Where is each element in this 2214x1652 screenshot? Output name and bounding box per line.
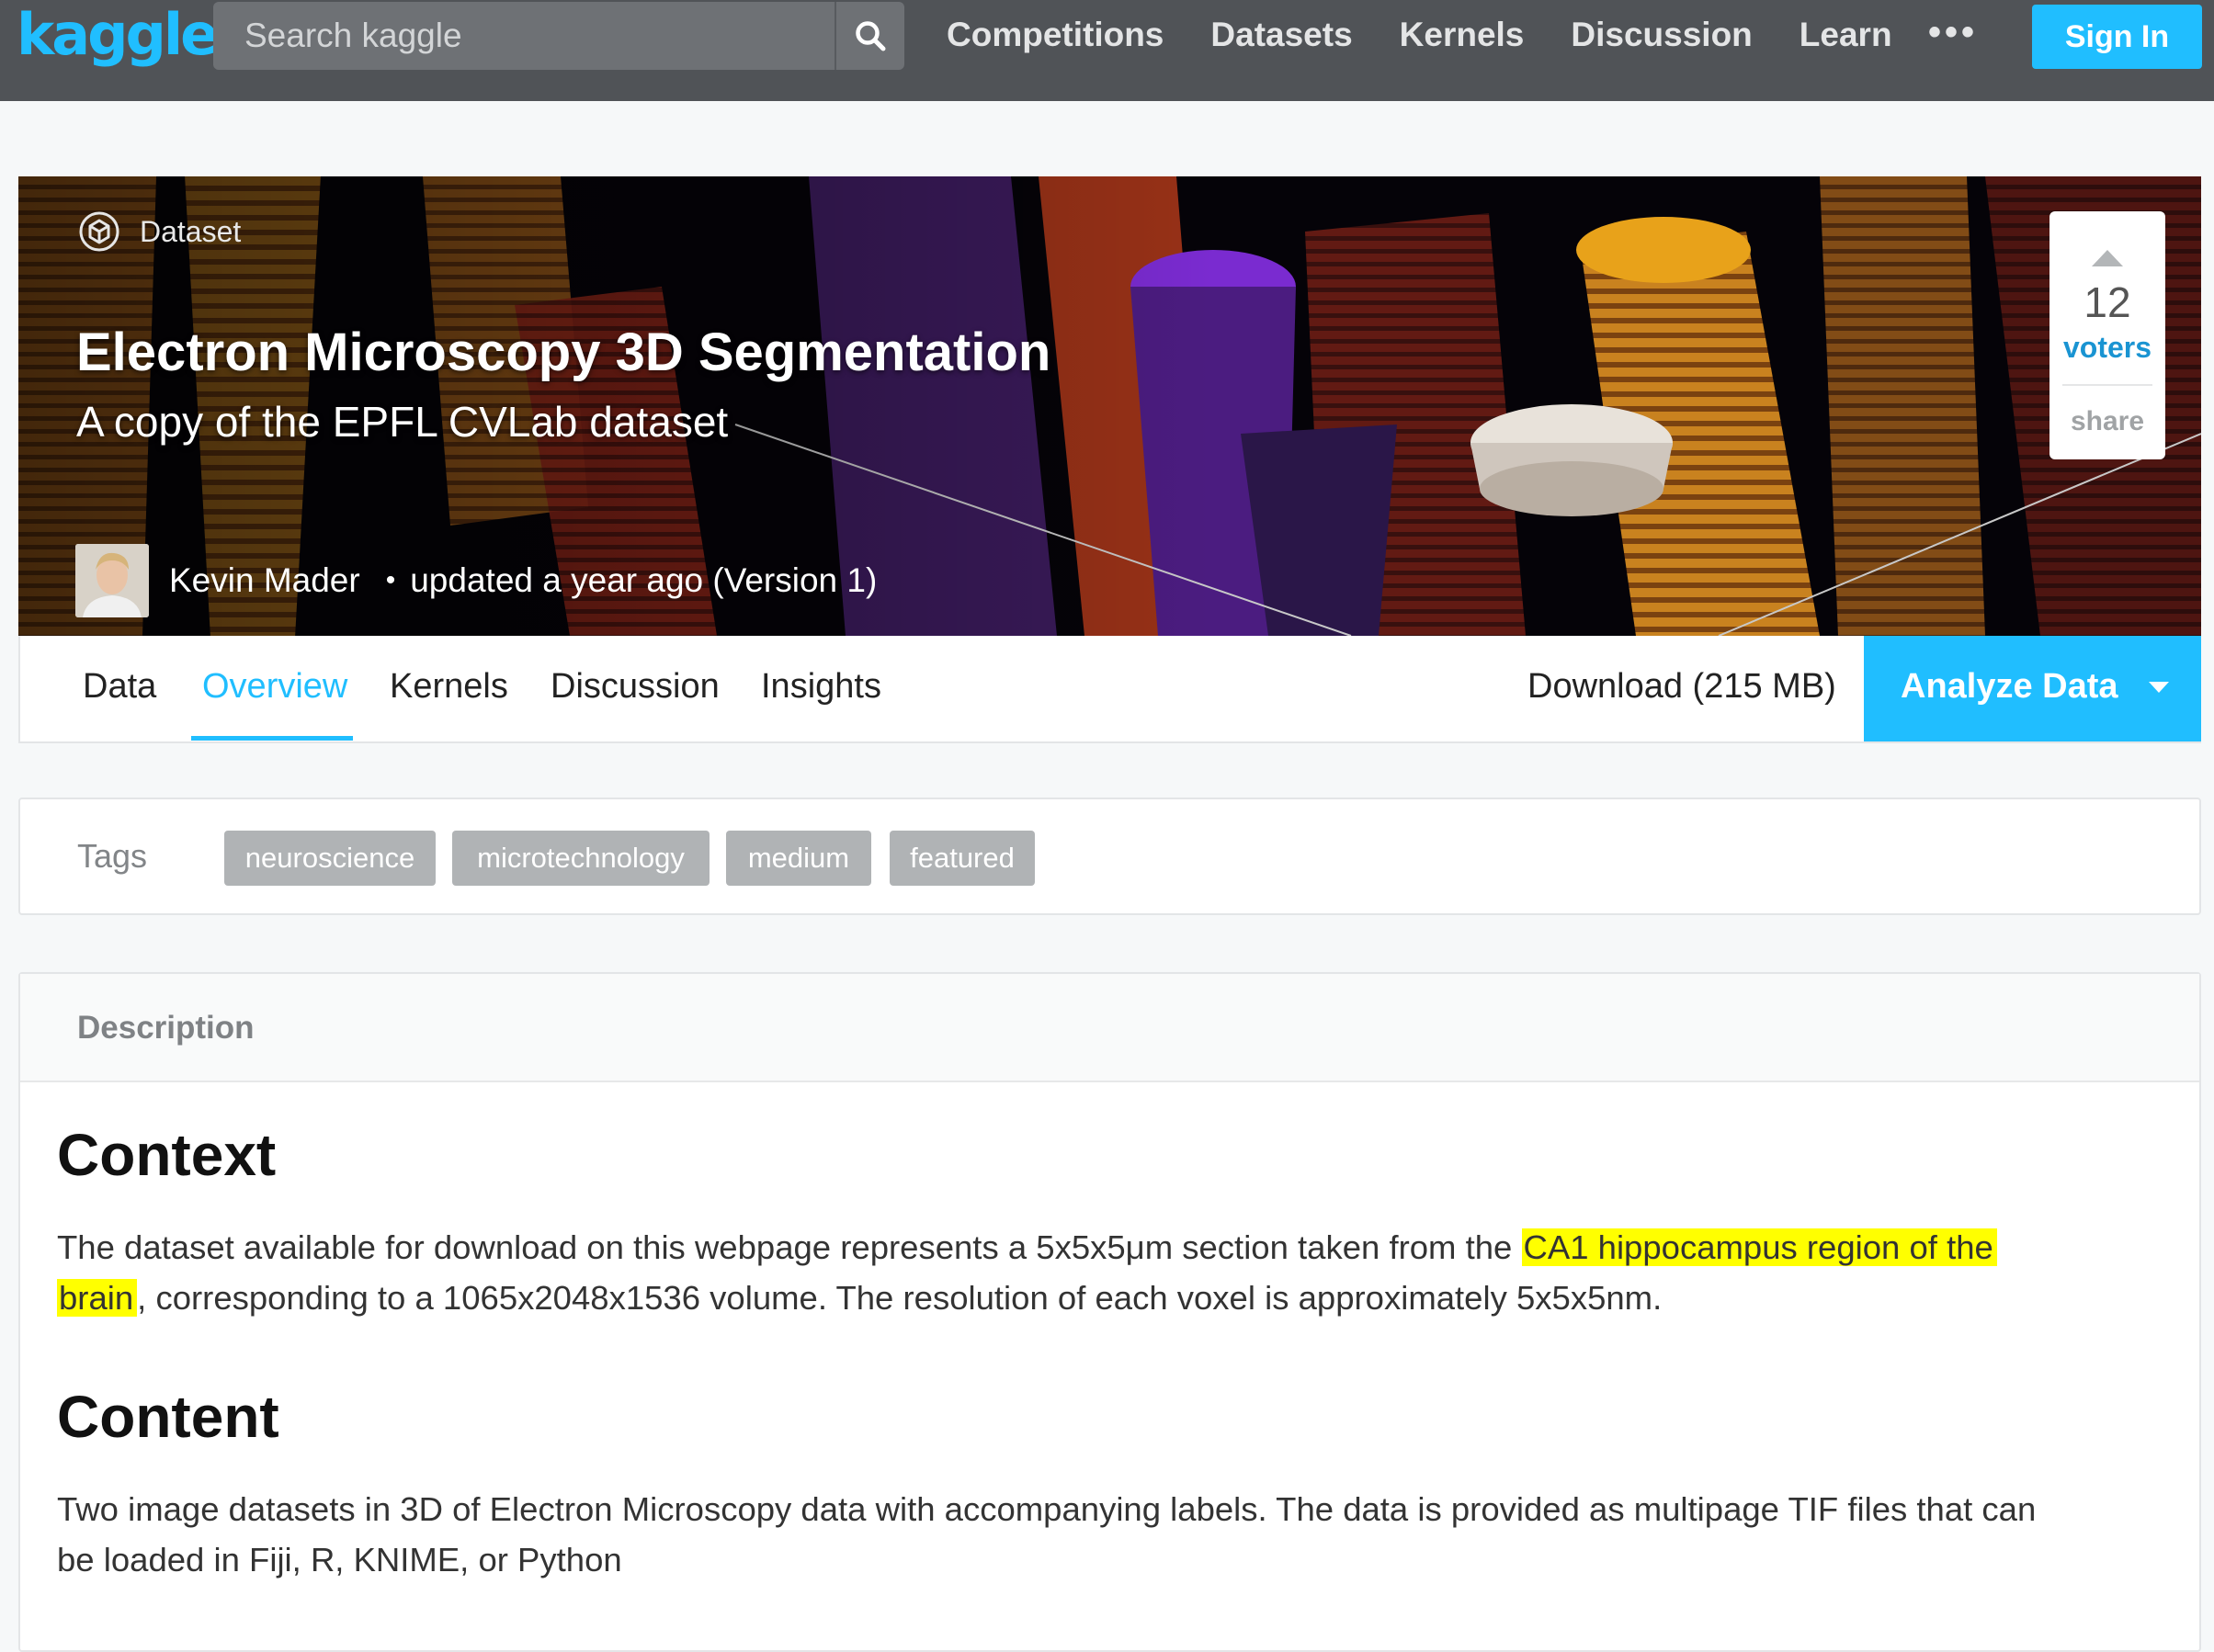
updated-text: updated a year ago (Version 1) [410,561,878,599]
dataset-title: Electron Microscopy 3D Segmentation [76,322,1051,382]
dataset-tabs-bar: Data Overview Kernels Discussion Insight… [18,636,2201,743]
context-paragraph-line-1: The dataset available for download on th… [57,1222,1997,1273]
search-input[interactable] [213,2,835,70]
highlighted-text: CA1 hippocampus region of the [1521,1228,1997,1266]
dataset-icon [79,211,119,252]
author-row: Kevin Mader • updated a year ago (Versio… [75,544,877,617]
highlighted-text: brain [57,1279,138,1317]
tab-kernels[interactable]: Kernels [390,636,508,741]
dataset-subtitle: A copy of the EPFL CVLab dataset [76,398,729,446]
tab-insights[interactable]: Insights [761,636,881,741]
analyze-data-button[interactable]: Analyze Data [1864,636,2201,741]
analyze-data-label: Analyze Data [1901,667,2118,706]
share-button[interactable]: share [2049,406,2165,437]
tab-overview[interactable]: Overview [202,636,347,741]
context-paragraph-line-2: brain, corresponding to a 1065x2048x1536… [57,1273,1662,1323]
nav-learn[interactable]: Learn [1800,0,1892,70]
tab-data[interactable]: Data [83,636,156,741]
nav-datasets[interactable]: Datasets [1210,0,1352,70]
main-nav-links: Competitions Datasets Kernels Discussion… [947,0,1939,70]
upvote-icon[interactable] [2092,250,2123,266]
chevron-down-icon[interactable] [2149,682,2169,693]
kaggle-logo[interactable]: kaggle [17,2,219,68]
dataset-type-text: Dataset [140,214,242,248]
vote-count: 12 [2083,278,2131,326]
nav-discussion[interactable]: Discussion [1571,0,1752,70]
context-text: , corresponding to a 1065x2048x1536 volu… [137,1279,1663,1317]
description-title: Description [77,1010,255,1046]
top-navbar: kaggle Competitions Datasets Kernels Dis… [0,0,2214,101]
more-menu-icon[interactable]: ••• [1928,0,1978,70]
tag-neuroscience[interactable]: neuroscience [224,831,436,886]
author-avatar[interactable] [75,544,149,617]
context-heading: Context [57,1122,277,1188]
nav-kernels[interactable]: Kernels [1400,0,1525,70]
download-button[interactable]: Download (215 MB) [1527,636,1836,737]
tags-label: Tags [77,837,148,875]
tags-panel: Tags neuroscience microtechnology medium… [18,798,2201,915]
sign-in-button[interactable]: Sign In [2032,5,2202,69]
description-header: Description [20,974,2199,1082]
search-bar [213,2,904,70]
tag-featured[interactable]: featured [890,831,1035,886]
voters-link[interactable]: voters [2049,331,2165,365]
content-paragraph-line-2: be loaded in Fiji, R, KNIME, or Python [57,1541,622,1578]
tag-medium[interactable]: medium [726,831,871,886]
search-button[interactable] [835,2,904,70]
tab-discussion[interactable]: Discussion [551,636,720,741]
dataset-header-banner: Dataset Electron Microscopy 3D Segmentat… [18,176,2201,636]
content-paragraph-line-1: Two image datasets in 3D of Electron Mic… [57,1490,2037,1528]
vote-widget: 12 voters share [2049,211,2165,459]
active-tab-indicator [191,736,353,741]
content-heading: Content [57,1384,279,1450]
context-text: The dataset available for download on th… [57,1228,1522,1266]
search-icon [856,21,886,51]
dataset-type-label: Dataset [77,204,241,259]
separator-dot: • [385,565,396,595]
author-name-link[interactable]: Kevin Mader [169,561,360,600]
nav-competitions[interactable]: Competitions [947,0,1164,70]
vote-divider [2062,384,2152,386]
tag-microtechnology[interactable]: microtechnology [452,831,710,886]
